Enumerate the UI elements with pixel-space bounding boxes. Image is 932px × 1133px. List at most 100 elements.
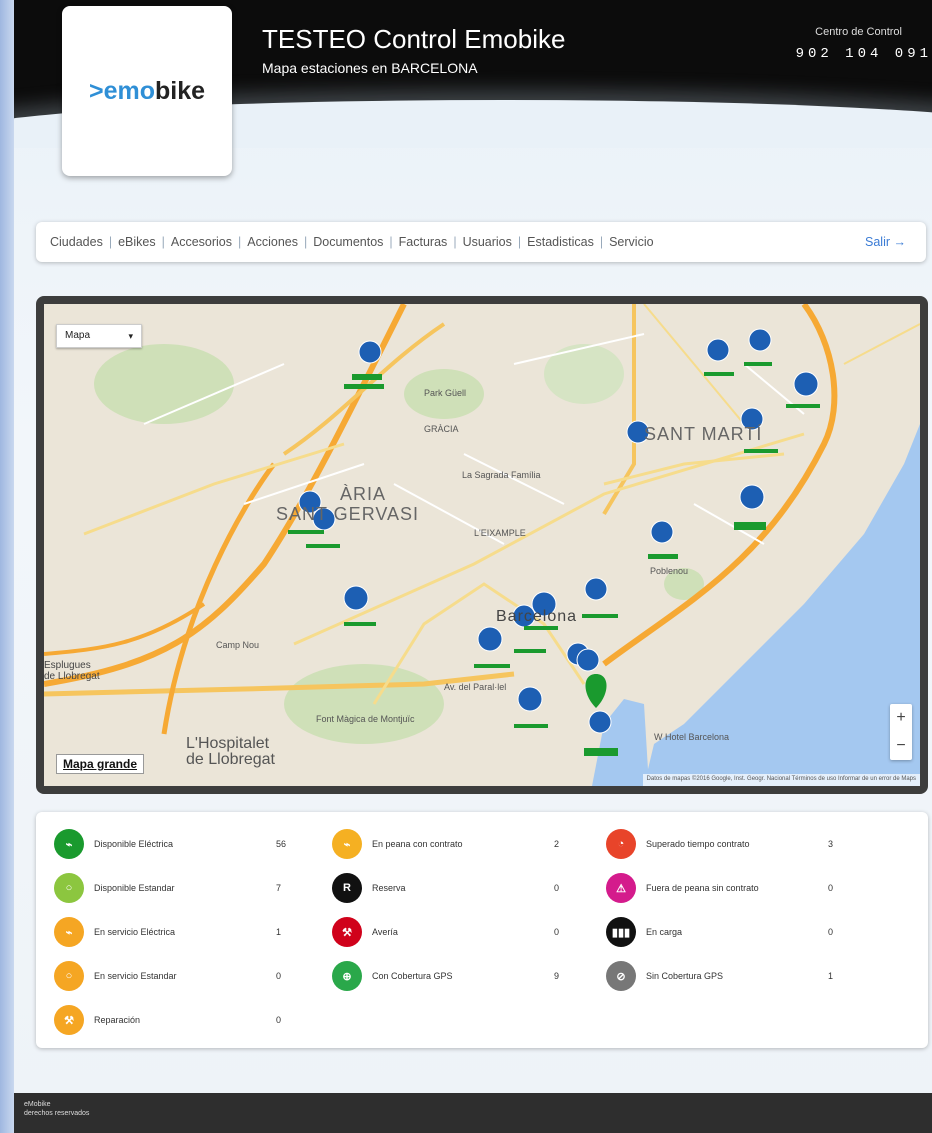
legend-count: 0 <box>276 971 282 981</box>
label-poblenou: Poblenou <box>650 566 689 576</box>
nav-item-servicio[interactable]: Servicio <box>609 235 653 249</box>
legend-label: Reserva <box>372 883 406 893</box>
legend-label: Disponible Estandar <box>94 883 175 893</box>
bike-electric-icon: ⌁ <box>54 829 84 859</box>
legend-count: 0 <box>554 883 560 893</box>
nav-item-usuarios[interactable]: Usuarios <box>463 235 512 249</box>
nav-item-ebikes[interactable]: eBikes <box>118 235 156 249</box>
timeout-icon: ◔ <box>606 829 636 859</box>
nav-separator: | <box>599 235 604 249</box>
map-type-label: Mapa <box>65 330 91 341</box>
gps-off-icon: ⊘ <box>606 961 636 991</box>
battery-charging-icon: ▮▮▮ <box>606 917 636 947</box>
chevron-down-icon: ▾ <box>128 331 133 341</box>
legend-item: ⌁ Disponible Eléctrica <box>54 828 264 860</box>
label-park-guell: Park Güell <box>424 388 467 398</box>
nav-item-acciones[interactable]: Acciones <box>247 235 298 249</box>
label-gervasi-2: SANT GERVASI <box>276 504 420 524</box>
legend-item: ○ En servicio Estandar <box>54 960 264 992</box>
map[interactable]: Park Güell GRÀCIA La Sagrada Família SAN… <box>44 304 920 786</box>
legend-item: ⚒ Reparación <box>54 1004 264 1036</box>
legend-count: 56 <box>276 839 287 849</box>
legend-item: ○ Disponible Estandar <box>54 872 264 904</box>
footer-rights: derechos reservados <box>24 1110 90 1117</box>
zoom-control: + − <box>890 704 912 760</box>
label-hotel: W Hotel Barcelona <box>654 732 730 742</box>
nav-separator: | <box>517 235 522 249</box>
nav-separator: | <box>389 235 393 249</box>
nav-separator: | <box>303 235 308 249</box>
nav-item-facturas[interactable]: Facturas <box>399 235 448 249</box>
legend-label: En servicio Estandar <box>94 971 177 981</box>
station-markers <box>288 328 820 756</box>
label-eixample: L'EIXAMPLE <box>474 528 526 538</box>
legend-label: En peana con contrato <box>372 839 463 849</box>
map-type-select[interactable]: Mapa ▾ <box>56 324 142 348</box>
nav-item-estadisticas[interactable]: Estadisticas <box>527 235 594 249</box>
window-left-edge <box>0 0 14 1133</box>
logout-link[interactable]: Salir → <box>865 235 906 249</box>
legend-count: 1 <box>276 927 282 937</box>
legend-item: ⊘ Sin Cobertura GPS <box>606 960 816 992</box>
legend-item: R Reserva <box>332 872 542 904</box>
bike-standard-service-icon: ○ <box>54 961 84 991</box>
legend-count: 1 <box>828 971 834 981</box>
legend-item: ▮▮▮ En carga <box>606 916 816 948</box>
map-container: Park Güell GRÀCIA La Sagrada Família SAN… <box>36 296 928 794</box>
legend-item: ⌁ En peana con contrato <box>332 828 542 860</box>
label-barcelona: Barcelona <box>496 608 578 625</box>
reserve-icon: R <box>332 873 362 903</box>
legend-label: Superado tiempo contrato <box>646 839 750 849</box>
label-esplugues: Esplugues de Llobregat <box>44 660 100 682</box>
label-hospitalet: L'Hospitalet de Llobregat <box>186 735 275 768</box>
legend-count: 0 <box>276 1015 282 1025</box>
nav-separator: | <box>453 235 457 249</box>
legend-count: 0 <box>554 927 560 937</box>
legend-item: ◔ Superado tiempo contrato <box>606 828 816 860</box>
legend-label: Fuera de peana sin contrato <box>646 883 759 893</box>
app-subtitle: Mapa estaciones en BARCELONA <box>262 60 478 76</box>
label-font-magica: Font Màgica de Montjuïc <box>316 714 415 724</box>
logo-text: >emobike <box>88 76 206 105</box>
legend-count: 3 <box>828 839 834 849</box>
legend-count: 0 <box>828 883 834 893</box>
legend-count: 2 <box>554 839 560 849</box>
legend-label: En carga <box>646 927 683 937</box>
footer: eMobike derechos reservados <box>14 1093 932 1133</box>
legend-label: Disponible Eléctrica <box>94 839 174 849</box>
label-paralel: Av. del Paral·lel <box>444 682 507 692</box>
legend-count: 9 <box>554 971 560 981</box>
bike-standard-icon: ○ <box>54 873 84 903</box>
legend-label: Reparación <box>94 1015 141 1025</box>
breakdown-icon: ⚒ <box>332 917 362 947</box>
wrench-icon: ⚒ <box>54 1005 84 1035</box>
legend-label: Avería <box>372 927 398 937</box>
label-gervasi-1: ÀRIA <box>340 484 387 504</box>
nav-item-ciudades[interactable]: Ciudades <box>50 235 103 249</box>
label-camp-nou: Camp Nou <box>216 640 260 650</box>
zoom-in-button[interactable]: + <box>890 704 912 732</box>
legend-label: Sin Cobertura GPS <box>646 971 724 981</box>
zoom-out-button[interactable]: − <box>890 732 912 760</box>
big-map-link[interactable]: Mapa grande <box>56 754 145 774</box>
label-gracia: GRÀCIA <box>424 424 459 434</box>
legend: ⌁ Disponible Eléctrica 56 ○ Disponible Estan… <box>36 812 928 1048</box>
legend-item: ⌁ En servicio Eléctrica <box>54 916 264 948</box>
logo[interactable]: >emobike <box>62 6 232 176</box>
control-center-label: Centro de Control <box>815 26 902 38</box>
label-sagrada-familia: La Sagrada Família <box>462 470 541 480</box>
nav-item-accesorios[interactable]: Accesorios <box>171 235 232 249</box>
legend-label: En servicio Eléctrica <box>94 927 176 937</box>
nav-separator: | <box>161 235 165 249</box>
dock-contract-icon: ⌁ <box>332 829 362 859</box>
main-nav: Ciudades | eBikes | Accesorios | Acciones | Docu… <box>36 222 926 262</box>
gps-on-icon: ⊕ <box>332 961 362 991</box>
label-sant-marti: SANT MARTÍ <box>644 424 763 444</box>
map-attribution[interactable]: Datos de mapas ©2016 Google, Inst. Geogr… <box>642 774 920 786</box>
legend-count: 7 <box>276 883 282 893</box>
legend-label: Con Cobertura GPS <box>372 971 453 981</box>
bike-electric-service-icon: ⌁ <box>54 917 84 947</box>
app-title: TESTEO Control Emobike <box>262 24 566 54</box>
nav-separator: | <box>238 235 242 249</box>
nav-item-documentos[interactable]: Documentos <box>313 235 383 249</box>
